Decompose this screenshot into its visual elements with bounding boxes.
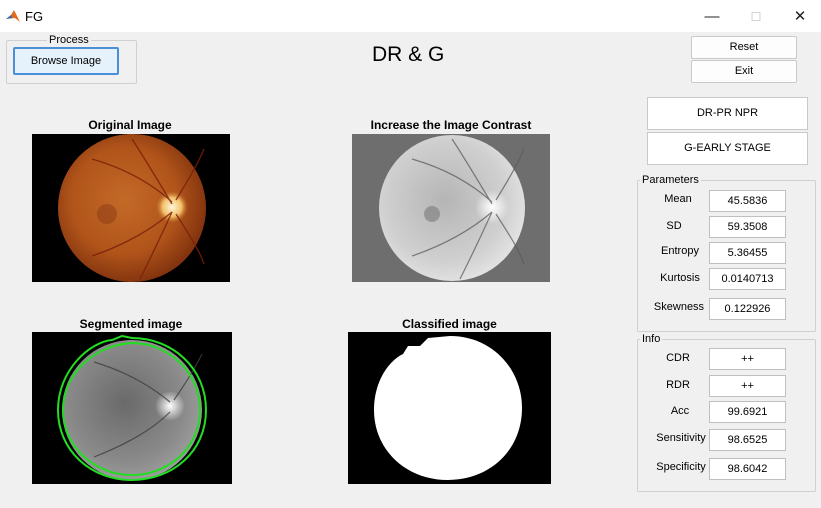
reset-button[interactable]: Reset bbox=[691, 36, 797, 59]
process-legend: Process bbox=[47, 34, 91, 46]
segmented-image bbox=[32, 332, 232, 484]
info-value-sensitivity[interactable]: 98.6525 bbox=[709, 429, 786, 451]
param-label-kurtosis: Kurtosis bbox=[660, 272, 700, 284]
info-value-rdr[interactable]: ++ bbox=[709, 375, 786, 397]
info-label-specificity: Specificity bbox=[656, 461, 706, 473]
original-image bbox=[32, 134, 230, 282]
classified-image-title: Classified image bbox=[402, 317, 497, 331]
param-label-entropy: Entropy bbox=[661, 245, 699, 257]
dr-result-box: DR-PR NPR bbox=[647, 97, 808, 130]
info-label-acc: Acc bbox=[670, 405, 690, 417]
param-value-kurtosis[interactable]: 0.0140713 bbox=[709, 268, 786, 290]
info-label-rdr: RDR bbox=[666, 379, 690, 391]
param-label-mean: Mean bbox=[664, 193, 692, 205]
exit-button[interactable]: Exit bbox=[691, 60, 797, 83]
original-image-title: Original Image bbox=[88, 118, 172, 132]
info-label-sensitivity: Sensitivity bbox=[656, 432, 706, 444]
close-button[interactable]: ✕ bbox=[785, 6, 815, 28]
window-title: FG bbox=[25, 9, 44, 24]
parameters-legend: Parameters bbox=[640, 174, 701, 186]
param-value-entropy[interactable]: 5.36455 bbox=[709, 242, 786, 264]
info-value-acc[interactable]: 99.6921 bbox=[709, 401, 786, 423]
param-value-mean[interactable]: 45.5836 bbox=[709, 190, 786, 212]
param-label-sd: SD bbox=[666, 220, 682, 232]
maximize-button[interactable]: ☐ bbox=[741, 6, 771, 28]
g-result-box: G-EARLY STAGE bbox=[647, 132, 808, 165]
segmented-image-title: Segmented image bbox=[79, 317, 183, 331]
param-label-skewness: Skewness bbox=[653, 301, 705, 313]
info-value-cdr[interactable]: ++ bbox=[709, 348, 786, 370]
contrast-image bbox=[352, 134, 550, 282]
info-label-cdr: CDR bbox=[666, 352, 690, 364]
classified-image bbox=[348, 332, 551, 484]
minimize-button[interactable]: — bbox=[697, 6, 727, 28]
param-value-skewness[interactable]: 0.122926 bbox=[709, 298, 786, 320]
info-legend: Info bbox=[640, 333, 663, 345]
info-value-specificity[interactable]: 98.6042 bbox=[709, 458, 786, 480]
contrast-image-title: Increase the Image Contrast bbox=[370, 118, 532, 132]
browse-image-button[interactable]: Browse Image bbox=[13, 47, 119, 75]
app-title: DR & G bbox=[372, 43, 445, 66]
matlab-icon bbox=[6, 10, 20, 22]
param-value-sd[interactable]: 59.3508 bbox=[709, 216, 786, 238]
